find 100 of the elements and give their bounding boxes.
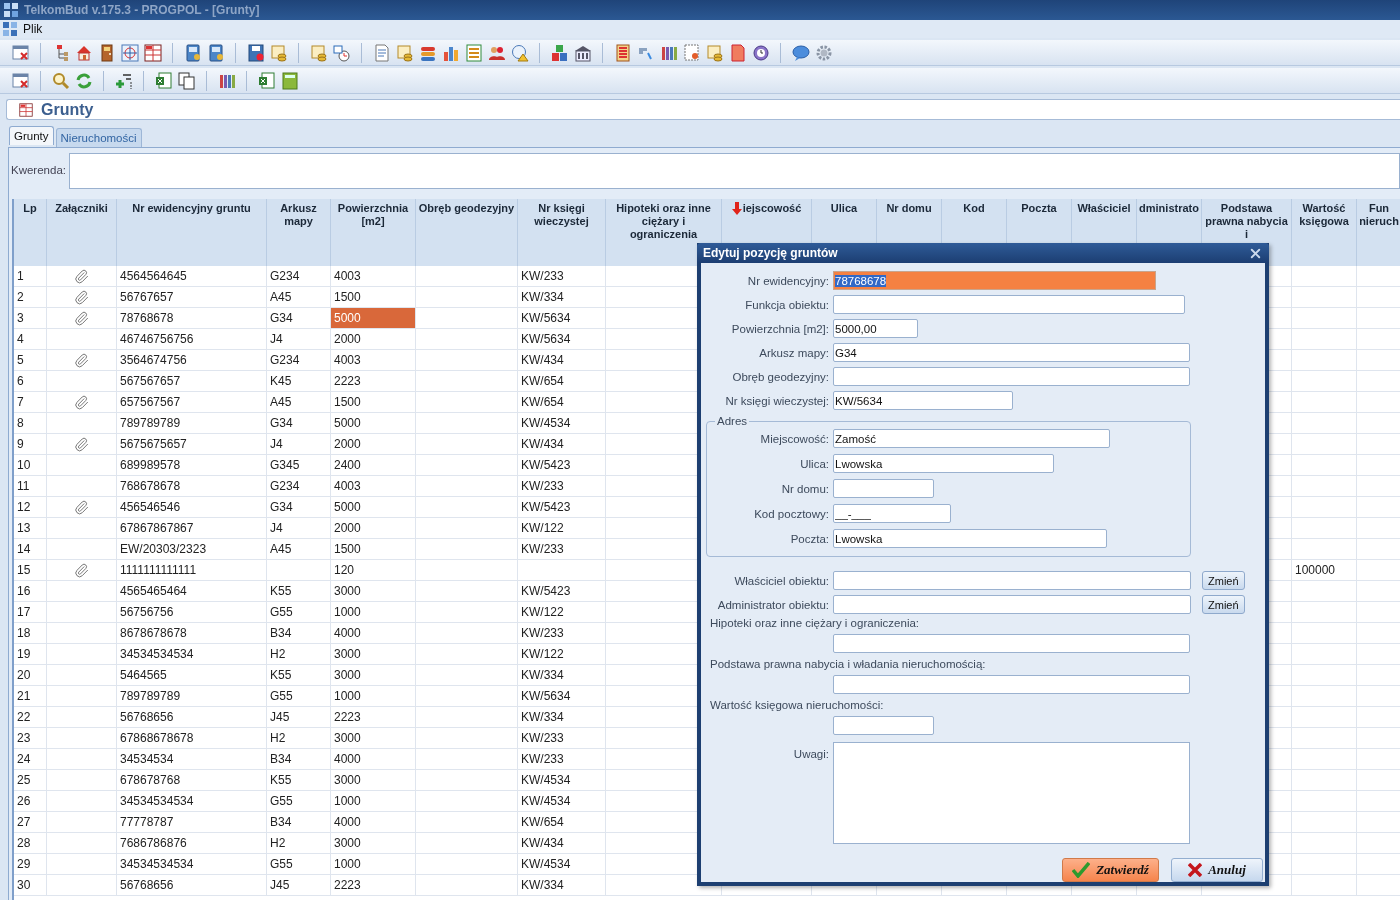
change-button[interactable]: Zmień <box>1202 571 1245 590</box>
table-cell: 789789789 <box>117 686 267 707</box>
crosshair-icon[interactable] <box>120 43 139 62</box>
table-cell: 2000 <box>331 518 416 539</box>
column-header[interactable]: Lp <box>23 202 37 215</box>
coins-icon[interactable] <box>395 43 414 62</box>
paperclip-icon[interactable] <box>74 499 89 515</box>
input-field[interactable] <box>833 295 1185 314</box>
book-icon[interactable] <box>183 43 202 62</box>
warning-clock-icon[interactable] <box>510 43 529 62</box>
confirm-button[interactable]: Zatwierdź <box>1062 858 1159 882</box>
column-header[interactable]: Nr domu <box>886 202 932 215</box>
add-list-icon[interactable] <box>114 71 133 90</box>
input-field[interactable]: G34 <box>833 343 1190 362</box>
coins-icon[interactable] <box>269 43 288 62</box>
calendar-icon[interactable] <box>332 43 351 62</box>
paperclip-icon[interactable] <box>74 394 89 410</box>
table-icon[interactable] <box>143 43 162 62</box>
input-field[interactable]: KW/5634 <box>833 391 1013 410</box>
column-header[interactable]: dministrato <box>1139 202 1199 215</box>
input-field[interactable] <box>833 595 1191 614</box>
tab[interactable]: Nieruchomości <box>55 128 142 147</box>
table-cell: KW/4534 <box>518 770 606 791</box>
column-header[interactable]: Nr księgi wieczystej <box>519 202 604 228</box>
paperclip-icon[interactable] <box>74 289 89 305</box>
paperclip-icon[interactable] <box>74 562 89 578</box>
table-cell: 34534534534 <box>117 644 267 665</box>
table-cell <box>1292 581 1357 602</box>
sort-down-arrow-icon[interactable] <box>731 202 742 215</box>
close-window-icon[interactable] <box>11 43 30 62</box>
letter-blocks-icon[interactable] <box>550 43 569 62</box>
cancel-button[interactable]: Anuluj <box>1171 858 1263 882</box>
column-header[interactable]: Kod <box>963 202 985 215</box>
column-header[interactable]: Podstawa prawna nabycia i <box>1203 202 1290 241</box>
certificate-icon[interactable] <box>682 43 701 62</box>
paperclip-icon[interactable] <box>74 268 89 284</box>
field-label: Nr ewidencyjny: <box>746 274 829 287</box>
table-cell: 1000 <box>331 602 416 623</box>
app-icon[interactable] <box>3 22 17 36</box>
input-field[interactable] <box>833 716 934 735</box>
table-cell: 4003 <box>331 266 416 287</box>
input-field[interactable]: 78768678 <box>833 271 1156 290</box>
search-icon[interactable] <box>51 71 70 90</box>
column-header[interactable]: iejscowość <box>742 202 802 215</box>
settings-icon[interactable] <box>814 43 833 62</box>
column-header[interactable]: Wartość księgowa <box>1293 202 1355 228</box>
input-field[interactable] <box>833 675 1190 694</box>
menu-item[interactable]: Plik <box>23 22 43 36</box>
input-field[interactable]: Zamość <box>833 429 1110 448</box>
field-label: Właściciel obiektu: <box>733 574 829 587</box>
column-header[interactable]: Poczta <box>1021 202 1057 215</box>
table-cell: 4564564645 <box>117 266 267 287</box>
spreadsheet-icon[interactable] <box>257 71 276 90</box>
coins-icon[interactable] <box>705 43 724 62</box>
column-header[interactable]: Obręb geodezyjny <box>418 202 515 215</box>
table-cell: 567567657 <box>117 371 267 392</box>
input-field[interactable] <box>833 571 1191 590</box>
input-field[interactable]: 5000,00 <box>833 319 918 338</box>
column-header[interactable]: Fun nieruch <box>1358 202 1400 228</box>
book-icon[interactable] <box>206 43 225 62</box>
notes-field[interactable] <box>833 742 1190 844</box>
clock-badge-icon[interactable] <box>751 43 770 62</box>
input-field[interactable] <box>833 479 934 498</box>
table-cell <box>1292 266 1357 287</box>
coins-icon[interactable] <box>309 43 328 62</box>
input-field[interactable]: Lwowska <box>833 529 1107 548</box>
column-header[interactable]: Załączniki <box>55 202 108 215</box>
column-header[interactable]: Powierzchnia [m2] <box>332 202 414 228</box>
table-cell: 3 <box>14 308 47 329</box>
refresh-icon[interactable] <box>74 71 93 90</box>
table-cell: 34534534534 <box>117 854 267 875</box>
list-icon[interactable] <box>464 43 483 62</box>
input-field[interactable] <box>833 634 1190 653</box>
paperclip-icon[interactable] <box>74 436 89 452</box>
spreadsheet-icon[interactable] <box>154 71 173 90</box>
table-cell <box>1292 749 1357 770</box>
paperclip-icon[interactable] <box>74 352 89 368</box>
calculator-icon[interactable] <box>280 71 299 90</box>
change-button[interactable]: Zmień <box>1202 595 1245 614</box>
abacus-icon[interactable] <box>613 43 632 62</box>
input-field[interactable]: Lwowska <box>833 454 1054 473</box>
tab[interactable]: Grunty <box>9 126 54 145</box>
table-cell <box>1292 623 1357 644</box>
input-field[interactable]: __-___ <box>833 504 951 523</box>
column-header[interactable]: Nr ewidencyjny gruntu <box>132 202 251 215</box>
column-header[interactable]: Właściciel <box>1077 202 1131 215</box>
close-window-icon[interactable] <box>11 71 30 90</box>
chat-bubble-icon[interactable] <box>791 43 810 62</box>
table-cell: 28 <box>14 833 47 854</box>
paperclip-icon[interactable] <box>74 310 89 326</box>
building-icon[interactable] <box>573 43 592 62</box>
document-icon[interactable] <box>372 43 391 62</box>
input-field[interactable] <box>833 367 1190 386</box>
column-header[interactable]: Ulica <box>830 202 858 215</box>
query-field[interactable] <box>69 153 1400 189</box>
page-icon[interactable] <box>728 43 747 62</box>
column-header[interactable]: Arkusz mapy <box>268 202 329 228</box>
column-header[interactable]: Hipoteki oraz inne ciężary i ograniczenia <box>607 202 720 241</box>
table-cell <box>267 560 331 581</box>
copy-icon[interactable] <box>177 71 196 90</box>
